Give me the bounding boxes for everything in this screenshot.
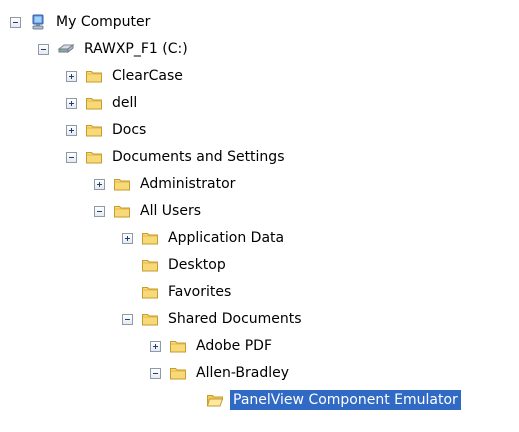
folder-icon	[142, 314, 158, 326]
collapse-toggle[interactable]	[94, 205, 105, 217]
tree-item-label: ClearCase	[112, 68, 183, 84]
tree-item-label: Docs	[112, 122, 147, 138]
tree-item-label: My Computer	[56, 14, 151, 30]
folder-icon	[86, 125, 102, 137]
folder-icon	[86, 98, 102, 110]
folder-icon	[86, 152, 102, 164]
tree-item-label: Administrator	[140, 176, 236, 192]
tree-item-documents-and-settings[interactable]: Documents and Settings	[66, 144, 287, 170]
expand-toggle[interactable]	[94, 178, 105, 190]
folder-icon	[170, 341, 186, 353]
expand-toggle[interactable]	[122, 232, 133, 244]
tree-item-all-users[interactable]: All Users	[94, 198, 204, 224]
hard-drive-icon	[57, 43, 75, 54]
folder-icon	[114, 206, 130, 218]
folder-tree: My Computer RAWXP_F1 (C:) ClearCase dell	[0, 0, 519, 432]
collapse-toggle[interactable]	[10, 16, 21, 28]
tree-item-shared-documents[interactable]: Shared Documents	[122, 306, 305, 332]
folder-icon	[142, 287, 158, 299]
tree-item-label: Favorites	[168, 284, 232, 300]
tree-item-my-computer[interactable]: My Computer	[10, 9, 153, 35]
tree-item-label: Adobe PDF	[196, 338, 273, 354]
tree-item-allen-bradley[interactable]: Allen-Bradley	[150, 360, 292, 386]
selected-tree-item-label: PanelView Component Emulator	[230, 390, 461, 410]
collapse-toggle[interactable]	[122, 313, 133, 325]
tree-item-label: dell	[112, 95, 138, 111]
folder-icon	[142, 260, 158, 272]
tree-item-administrator[interactable]: Administrator	[94, 171, 238, 197]
tree-item-docs[interactable]: Docs	[66, 117, 149, 143]
tree-item-label: RAWXP_F1 (C:)	[84, 41, 188, 57]
tree-item-favorites[interactable]: Favorites	[122, 279, 234, 305]
tree-item-label: Application Data	[168, 230, 285, 246]
folder-icon	[114, 179, 130, 191]
collapse-toggle[interactable]	[38, 43, 49, 55]
expand-toggle[interactable]	[66, 70, 77, 82]
collapse-toggle[interactable]	[66, 151, 77, 163]
expand-toggle[interactable]	[66, 124, 77, 136]
folder-icon	[142, 233, 158, 245]
collapse-toggle[interactable]	[150, 367, 161, 379]
tree-item-label: Allen-Bradley	[196, 365, 290, 381]
tree-item-panelview-component-emulator[interactable]: PanelView Component Emulator	[206, 387, 461, 413]
computer-icon	[32, 14, 44, 30]
tree-item-label: Documents and Settings	[112, 149, 285, 165]
open-folder-icon	[206, 395, 224, 407]
tree-item-label: Desktop	[168, 257, 226, 273]
folder-icon	[86, 71, 102, 83]
tree-item-desktop[interactable]: Desktop	[122, 252, 229, 278]
tree-item-label: All Users	[140, 203, 202, 219]
tree-item-rawxp-f1-c[interactable]: RAWXP_F1 (C:)	[38, 36, 191, 62]
tree-item-label: Shared Documents	[168, 311, 302, 327]
tree-item-clearcase[interactable]: ClearCase	[66, 63, 186, 89]
expand-toggle[interactable]	[66, 97, 77, 109]
tree-item-dell[interactable]: dell	[66, 90, 140, 116]
tree-item-adobe-pdf[interactable]: Adobe PDF	[150, 333, 275, 359]
expand-toggle[interactable]	[150, 340, 161, 352]
tree-item-application-data[interactable]: Application Data	[122, 225, 287, 251]
folder-icon	[170, 368, 186, 380]
